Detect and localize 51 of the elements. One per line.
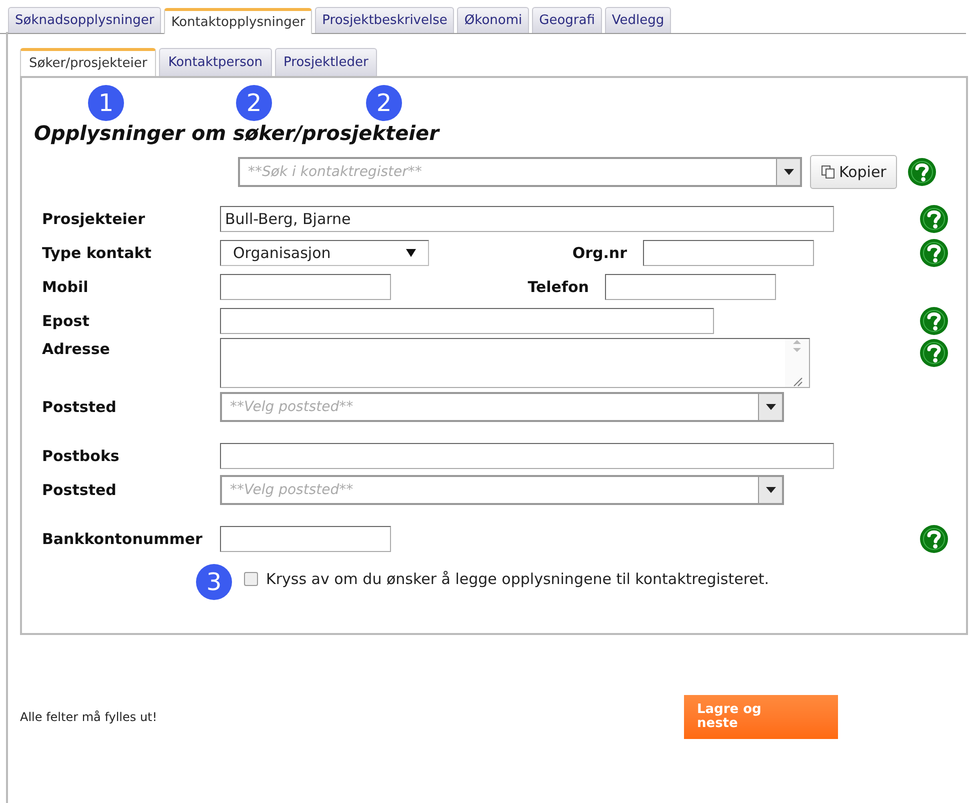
step-badge: 3 <box>196 564 232 600</box>
caret-icon <box>766 404 776 410</box>
input-field[interactable] <box>220 526 391 552</box>
caret-icon <box>406 249 416 257</box>
input-field[interactable] <box>643 240 814 266</box>
step-badge: 1 <box>88 85 124 121</box>
field-label: Postboks <box>41 446 120 467</box>
step-badge: 2 <box>236 85 272 121</box>
help-icon[interactable] <box>919 238 949 268</box>
help-icon[interactable] <box>919 204 949 234</box>
field-label: Org.nr <box>571 242 628 264</box>
field-label: Poststed <box>41 480 118 501</box>
tab[interactable]: Vedlegg <box>604 7 672 33</box>
caret-icon <box>766 487 776 493</box>
help-icon[interactable] <box>919 524 949 554</box>
field-label: Prosjekteier <box>41 208 146 230</box>
footer-note: Alle felter må fylles ut! <box>20 709 158 726</box>
caret-icon <box>784 169 794 175</box>
input-field[interactable] <box>605 274 776 300</box>
field-label: Type kontakt <box>41 242 152 264</box>
field-label: Poststed <box>41 396 118 418</box>
help-icon[interactable] <box>919 306 949 336</box>
checkbox[interactable] <box>244 572 258 586</box>
sub-tab[interactable]: Søker/prosjekteier <box>20 48 156 76</box>
field-label: Epost <box>41 310 90 332</box>
tab[interactable]: Søknadsopplysninger <box>8 7 162 33</box>
help-icon[interactable] <box>919 338 949 368</box>
dropdown-field[interactable]: Organisasjon <box>220 240 429 266</box>
sub-tab[interactable]: Prosjektleder <box>274 48 378 76</box>
copy-button[interactable]: Kopier <box>810 155 898 189</box>
field-label: Bankkontonummer <box>41 528 204 550</box>
resize-grip-icon <box>791 375 803 387</box>
input-field[interactable] <box>220 308 714 334</box>
field-label: Adresse <box>41 339 111 360</box>
checkbox-label: Kryss av om du ønsker å legge opplysningene til kontaktregisteret. <box>266 569 770 590</box>
help-icon[interactable] <box>907 157 938 187</box>
sub-tab[interactable]: Kontaktperson <box>159 48 272 76</box>
text-area[interactable] <box>220 338 810 388</box>
field-label: Telefon <box>526 276 590 298</box>
input-field[interactable] <box>220 274 391 300</box>
tab[interactable]: Geografi <box>532 7 602 33</box>
input-field[interactable]: Bull-Berg, Bjarne <box>220 206 834 232</box>
spinner-icon <box>792 339 802 353</box>
tab[interactable]: Prosjektbeskrivelse <box>315 7 454 33</box>
copy-icon <box>821 165 835 179</box>
section-heading: Opplysninger om søker/prosjekteier <box>33 120 441 147</box>
tab[interactable]: Økonomi <box>457 7 530 33</box>
tab[interactable]: Kontaktopplysninger <box>164 8 312 34</box>
field-label: Mobil <box>41 276 90 298</box>
step-badge: 2 <box>366 85 402 121</box>
input-field[interactable] <box>220 443 834 469</box>
